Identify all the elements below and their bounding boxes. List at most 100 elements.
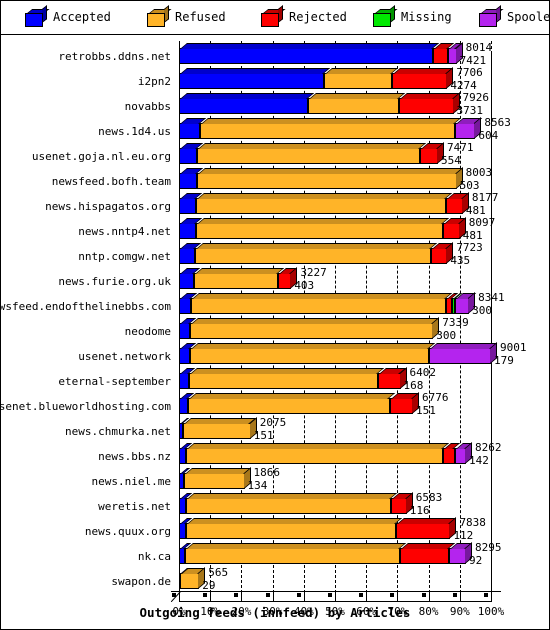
bar-segment-refused[interactable]	[195, 243, 438, 264]
bar-segment-refused[interactable]	[323, 68, 399, 89]
bar-segment-refused[interactable]	[186, 443, 450, 464]
bar-segment-refused[interactable]	[193, 268, 284, 289]
bar-segment-accepted[interactable]	[179, 393, 195, 414]
bar-segment-refused[interactable]	[188, 368, 385, 389]
bar-row[interactable]: newsfeed.bofh.team 8003 503	[1, 167, 549, 191]
bar-row[interactable]: novabbs 7926 3731	[1, 92, 549, 116]
bar-row[interactable]: news.furie.org.uk 3227 403	[1, 267, 549, 291]
bar-segment-accepted[interactable]	[179, 118, 206, 139]
bar-segment-accepted[interactable]	[179, 193, 203, 214]
stacked-bar[interactable]	[179, 292, 476, 314]
bar-segment-refused[interactable]	[199, 118, 461, 139]
stacked-bar[interactable]	[179, 467, 251, 489]
bar-segment-rejected[interactable]	[400, 543, 455, 564]
stacked-bar[interactable]	[179, 167, 463, 189]
bar-row[interactable]: i2pn2 7706 4274	[1, 67, 549, 91]
stacked-bar[interactable]	[179, 567, 206, 589]
bar-segment-accepted[interactable]	[179, 293, 197, 314]
bar-row[interactable]: usenet.network 9001 179	[1, 342, 549, 366]
bar-row[interactable]: retrobbs.ddns.net 8014 7421	[1, 42, 549, 66]
bar-segment-refused[interactable]	[180, 568, 206, 589]
bar-segment-refused[interactable]	[183, 418, 257, 439]
stacked-bar[interactable]	[179, 192, 470, 214]
bar-segment-rejected[interactable]	[419, 143, 445, 164]
bar-segment-accepted[interactable]	[179, 68, 331, 89]
bar-row[interactable]: usenet.blueworldhosting.com 6776 151	[1, 392, 549, 416]
bar-segment-rejected[interactable]	[390, 493, 413, 514]
bar-segment-accepted[interactable]	[179, 243, 202, 264]
bar-segment-refused[interactable]	[195, 218, 450, 239]
bar-segment-accepted[interactable]	[179, 218, 202, 239]
bar-segment-rejected[interactable]	[431, 243, 454, 264]
bar-segment-rejected[interactable]	[433, 43, 455, 64]
stacked-bar[interactable]	[179, 542, 473, 564]
bar-segment-refused[interactable]	[185, 493, 397, 514]
bar-row[interactable]: news.hispagatos.org 8177 481	[1, 192, 549, 216]
bar-row[interactable]: nntp.comgw.net 7723 435	[1, 242, 549, 266]
bar-segment-refused[interactable]	[188, 393, 396, 414]
bar-row[interactable]: news.chmurka.net 2075 151	[1, 417, 549, 441]
stacked-bar[interactable]	[179, 92, 460, 114]
bar-segment-rejected[interactable]	[378, 368, 407, 389]
bar-row[interactable]: neodome 7339 300	[1, 317, 549, 341]
bar-segment-refused[interactable]	[190, 318, 440, 339]
bar-segment-accepted[interactable]	[179, 143, 204, 164]
stacked-bar[interactable]	[179, 392, 420, 414]
stacked-bar[interactable]	[179, 442, 473, 464]
stacked-bar[interactable]	[179, 517, 457, 539]
bar-segment-accepted[interactable]	[179, 93, 315, 114]
bar-segment-rejected[interactable]	[398, 93, 460, 114]
bar-segment-refused[interactable]	[183, 468, 251, 489]
bar-segment-rejected[interactable]	[389, 393, 420, 414]
stacked-bar[interactable]	[179, 142, 445, 164]
bar-row[interactable]: swapon.de 565 29	[1, 567, 549, 591]
stacked-bar[interactable]	[179, 417, 257, 439]
bar-segment-accepted[interactable]	[179, 43, 440, 64]
bar-row[interactable]: news.bbs.nz 8262 142	[1, 442, 549, 466]
stacked-bar[interactable]	[179, 117, 482, 139]
bar-segment-accepted[interactable]	[179, 443, 193, 464]
bar-segment-accepted[interactable]	[179, 493, 192, 514]
bar-segment-refused[interactable]	[308, 93, 405, 114]
bar-segment-accepted[interactable]	[179, 343, 197, 364]
stacked-bar[interactable]	[179, 267, 298, 289]
bar-segment-refused[interactable]	[184, 543, 407, 564]
bar-segment-refused[interactable]	[185, 518, 403, 539]
bar-segment-spooled[interactable]	[448, 543, 473, 564]
bar-row[interactable]: weretis.net 6583 116	[1, 492, 549, 516]
stacked-bar[interactable]	[179, 217, 466, 239]
bar-segment-rejected[interactable]	[392, 68, 454, 89]
bar-segment-refused[interactable]	[189, 343, 435, 364]
bar-segment-rejected[interactable]	[442, 218, 466, 239]
bar-segment-spooled[interactable]	[428, 343, 498, 364]
bar-row[interactable]: usenet.goja.nl.eu.org 7471 554	[1, 142, 549, 166]
stacked-bar[interactable]	[179, 317, 440, 339]
stacked-bar[interactable]	[179, 367, 407, 389]
stacked-bar[interactable]	[179, 67, 454, 89]
stacked-bar[interactable]	[179, 492, 413, 514]
bar-segment-spooled[interactable]	[454, 118, 482, 139]
bar-segment-accepted[interactable]	[179, 168, 204, 189]
bar-segment-refused[interactable]	[196, 193, 453, 214]
bar-row[interactable]: nk.ca 8295 92	[1, 542, 549, 566]
bar-segment-rejected[interactable]	[443, 443, 461, 464]
bar-segment-rejected[interactable]	[396, 518, 457, 539]
bar-row[interactable]: newsfeed.endofthelinebbs.com 8341 300	[1, 292, 549, 316]
bar-segment-accepted[interactable]	[179, 318, 197, 339]
bar-row[interactable]: news.quux.org 7838 112	[1, 517, 549, 541]
bar-row[interactable]: news.nntp4.net 8097 481	[1, 217, 549, 241]
bar-row[interactable]: news.niel.me 1866 134	[1, 467, 549, 491]
bar-segment-refused[interactable]	[197, 143, 426, 164]
bar-segment-accepted[interactable]	[179, 518, 192, 539]
bar-segment-accepted[interactable]	[179, 368, 196, 389]
bar-segment-rejected[interactable]	[445, 193, 470, 214]
stacked-bar[interactable]	[179, 342, 498, 364]
bar-segment-spooled[interactable]	[454, 293, 476, 314]
bar-row[interactable]: news.1d4.us 8563 604	[1, 117, 549, 141]
stacked-bar[interactable]	[179, 42, 463, 64]
bar-row[interactable]: eternal-september 6402 168	[1, 367, 549, 391]
bar-segment-refused[interactable]	[197, 168, 463, 189]
bar-segment-refused[interactable]	[190, 293, 453, 314]
stacked-bar[interactable]	[179, 242, 454, 264]
bar-segment-accepted[interactable]	[179, 268, 200, 289]
